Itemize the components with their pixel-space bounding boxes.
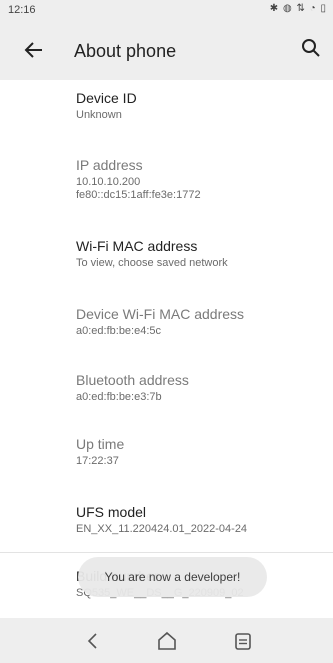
- app-bar: About phone: [0, 22, 333, 80]
- item-subtitle: Unknown: [76, 109, 122, 121]
- ip-address-item[interactable]: IP address 10.10.10.200 fe80::dc15:1aff:…: [76, 157, 316, 202]
- developer-toast: You are now a developer!: [78, 557, 267, 597]
- bluetooth-icon: ✱: [269, 3, 280, 14]
- status-bar: 12:16 ✱ ◍ ⇅ ◔ ▯: [0, 0, 333, 22]
- item-subtitle: a0:ed:fb:be:e3:7b: [76, 391, 162, 403]
- bluetooth-address-item[interactable]: Bluetooth address a0:ed:fb:be:e3:7b: [76, 372, 316, 404]
- item-title: IP address: [76, 157, 143, 173]
- item-title: Wi-Fi MAC address: [76, 238, 198, 254]
- wifi-mac-item[interactable]: Wi-Fi MAC address To view, choose saved …: [76, 238, 316, 270]
- item-title: Up time: [76, 436, 125, 452]
- item-title: Device ID: [76, 90, 137, 106]
- search-icon[interactable]: [297, 34, 325, 62]
- vibrate-icon: ◍: [282, 3, 293, 14]
- page-title: About phone: [74, 41, 177, 61]
- home-icon[interactable]: [154, 628, 180, 654]
- back-arrow-icon[interactable]: [20, 36, 48, 64]
- recents-icon[interactable]: [230, 628, 256, 654]
- item-title: Device Wi-Fi MAC address: [76, 306, 245, 322]
- battery-icon: ▯: [320, 3, 327, 14]
- data-icon: ⇅: [296, 3, 306, 14]
- up-time-item[interactable]: Up time 17:22:37: [76, 436, 316, 468]
- navigation-bar: [0, 618, 333, 663]
- ufs-model-item[interactable]: UFS model EN_XX_11.220424.01_2022-04-24: [76, 504, 316, 536]
- divider: [0, 552, 333, 553]
- item-title: Bluetooth address: [76, 372, 189, 388]
- item-subtitle: To view, choose saved network: [76, 257, 228, 269]
- item-subtitle-2: fe80::dc15:1aff:fe3e:1772: [76, 189, 201, 201]
- device-wifi-mac-item[interactable]: Device Wi-Fi MAC address a0:ed:fb:be:e4:…: [76, 306, 316, 338]
- item-subtitle: 10.10.10.200: [76, 176, 141, 188]
- item-title: UFS model: [76, 504, 147, 520]
- item-subtitle: 17:22:37: [76, 455, 119, 467]
- item-subtitle: EN_XX_11.220424.01_2022-04-24: [76, 523, 248, 535]
- device-id-item[interactable]: Device ID Unknown: [76, 90, 316, 122]
- settings-list: Device ID Unknown IP address 10.10.10.20…: [0, 80, 333, 618]
- item-subtitle: a0:ed:fb:be:e4:5c: [76, 325, 162, 337]
- wifi-icon: ◔: [309, 3, 317, 14]
- back-icon[interactable]: [80, 628, 106, 654]
- status-icons: ✱ ◍ ⇅ ◔ ▯: [270, 3, 327, 14]
- status-time: 12:16: [8, 4, 36, 16]
